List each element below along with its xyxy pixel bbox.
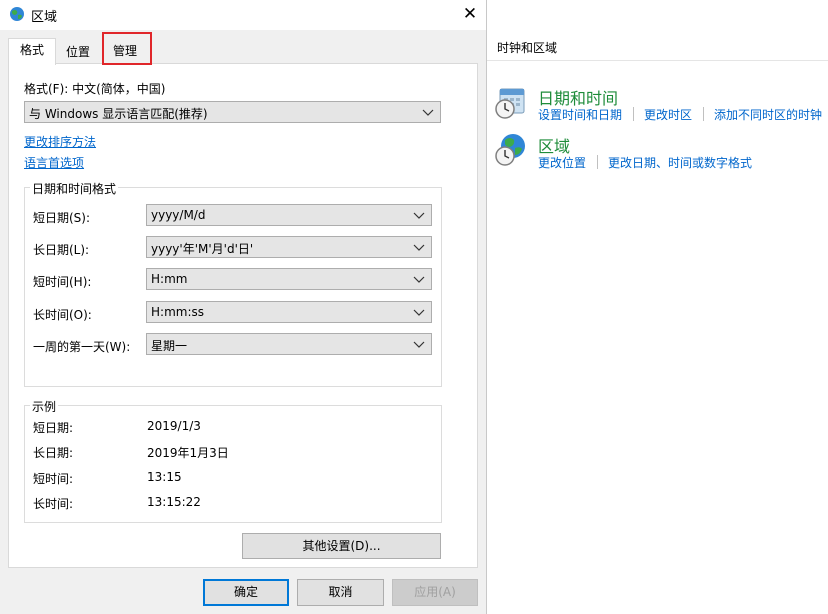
format-combo-value: 与 Windows 显示语言匹配(推荐): [29, 107, 208, 121]
chevron-down-icon: [413, 341, 425, 348]
link-language-prefs[interactable]: 语言首选项: [24, 154, 84, 171]
link-change-timezone[interactable]: 更改时区: [644, 106, 692, 123]
chevron-down-icon: [413, 276, 425, 283]
link-add-clocks[interactable]: 添加不同时区的时钟: [714, 106, 822, 123]
format-label: 格式(F): 中文(简体，中国): [24, 82, 166, 96]
long-time-combo[interactable]: H:mm:ss: [146, 301, 432, 323]
clock-region-header: 时钟和区域: [497, 41, 558, 55]
short-time-label: 短时间(H):: [33, 275, 92, 289]
datetime-group-title: 日期和时间格式: [30, 180, 119, 197]
long-time-label: 长时间(O):: [33, 308, 92, 322]
dialog-border: [486, 0, 487, 614]
link-separator: [703, 107, 704, 121]
example-long-date-value: 2019年1月3日: [147, 446, 229, 460]
format-combo[interactable]: 与 Windows 显示语言匹配(推荐): [24, 101, 441, 123]
chevron-down-icon: [413, 212, 425, 219]
header-divider: [487, 60, 828, 61]
dialog-titlebar: 区域 ✕: [0, 0, 486, 30]
globe-clock-icon: [495, 134, 525, 166]
apply-button: 应用(A): [392, 579, 478, 606]
example-group: [24, 405, 442, 523]
long-time-value: H:mm:ss: [151, 305, 204, 319]
other-settings-button[interactable]: 其他设置(D)...: [242, 533, 441, 559]
example-short-date-label: 短日期:: [33, 421, 74, 435]
long-date-value: yyyy'年'M'月'd'日': [151, 242, 254, 256]
highlight-box: [102, 32, 152, 65]
link-separator: [633, 107, 634, 121]
example-short-date-value: 2019/1/3: [147, 419, 201, 433]
long-date-combo[interactable]: yyyy'年'M'月'd'日': [146, 236, 432, 258]
link-change-location[interactable]: 更改位置: [538, 154, 586, 171]
dialog-title: 区域: [31, 10, 58, 25]
region-dialog: 区域 ✕ 格式 位置 管理 格式(F): 中文(简体，中国) 与 Windows…: [0, 0, 487, 614]
first-day-label: 一周的第一天(W):: [33, 340, 131, 354]
globe-icon: [10, 7, 24, 21]
calendar-clock-icon: [495, 88, 525, 119]
short-date-label: 短日期(S):: [33, 211, 91, 225]
chevron-down-icon: [413, 244, 425, 251]
tab-format[interactable]: 格式: [8, 38, 56, 65]
example-group-title: 示例: [30, 398, 59, 415]
example-short-time-value: 13:15: [147, 470, 182, 484]
first-day-value: 星期一: [151, 339, 188, 353]
link-separator: [597, 155, 598, 169]
close-icon[interactable]: ✕: [460, 4, 480, 24]
link-change-formats[interactable]: 更改日期、时间或数字格式: [608, 154, 752, 171]
example-long-time-value: 13:15:22: [147, 495, 201, 509]
cancel-button[interactable]: 取消: [297, 579, 384, 606]
first-day-combo[interactable]: 星期一: [146, 333, 432, 355]
short-time-value: H:mm: [151, 272, 188, 286]
tab-location[interactable]: 位置: [56, 41, 100, 63]
example-long-time-label: 长时间:: [33, 497, 74, 511]
long-date-label: 长日期(L):: [33, 243, 90, 257]
ok-button[interactable]: 确定: [203, 579, 289, 606]
short-date-combo[interactable]: yyyy/M/d: [146, 204, 432, 226]
link-set-time-date[interactable]: 设置时间和日期: [538, 106, 622, 123]
link-change-sort[interactable]: 更改排序方法: [24, 133, 96, 150]
example-short-time-label: 短时间:: [33, 472, 74, 486]
short-date-value: yyyy/M/d: [151, 208, 206, 222]
example-long-date-label: 长日期:: [33, 446, 74, 460]
chevron-down-icon: [422, 109, 434, 116]
chevron-down-icon: [413, 309, 425, 316]
short-time-combo[interactable]: H:mm: [146, 268, 432, 290]
